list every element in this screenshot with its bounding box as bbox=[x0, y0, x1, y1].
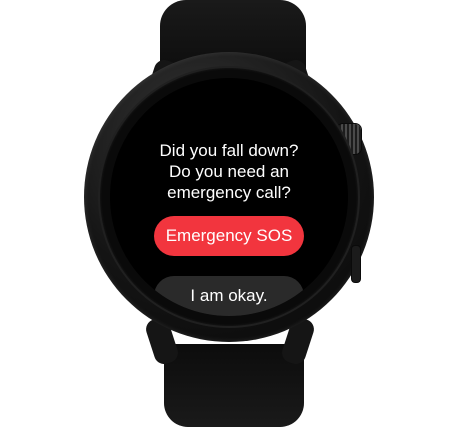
prompt-line-3: emergency call? bbox=[167, 183, 291, 202]
prompt-line-2: Do you need an bbox=[168, 162, 290, 181]
i-am-okay-button[interactable]: I am okay. bbox=[154, 276, 304, 316]
emergency-sos-button[interactable]: Emergency SOS bbox=[154, 216, 304, 256]
smartwatch: Did you fall down? Do you need an emerge… bbox=[0, 0, 459, 427]
watch-side-button[interactable] bbox=[352, 246, 360, 282]
watch-screen: Did you fall down? Do you need an emerge… bbox=[110, 78, 348, 316]
prompt-line-1: Did you fall down? bbox=[159, 141, 299, 160]
fall-detection-prompt: Did you fall down? Do you need an emerge… bbox=[110, 140, 348, 203]
